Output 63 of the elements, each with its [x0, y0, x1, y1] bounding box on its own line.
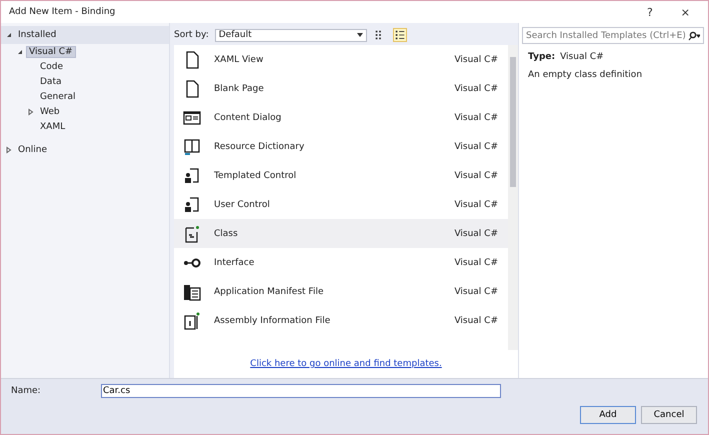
template-name: Application Manifest File	[214, 286, 324, 296]
template-name: Resource Dictionary	[214, 142, 306, 152]
template-language: Visual C#	[454, 258, 498, 268]
tree-item[interactable]: General	[38, 92, 78, 102]
template-name: Content Dialog	[214, 112, 282, 122]
template-name: Interface	[214, 258, 256, 268]
help-button[interactable]: ?	[636, 6, 663, 18]
cancel-button[interactable]: Cancel	[641, 406, 697, 424]
template-row[interactable]: Resource Dictionary Visual C#	[174, 132, 508, 161]
tree-item[interactable]: Visual C#	[27, 46, 75, 56]
tree-item[interactable]: Installed	[16, 30, 58, 40]
template-row[interactable]: Blank Page Visual C#	[174, 74, 508, 103]
name-field[interactable]: Car.cs	[101, 384, 501, 398]
template-name: User Control	[214, 200, 271, 210]
expanded-arrow-icon[interactable]	[16, 48, 24, 56]
sort-label: Sort by:	[174, 30, 209, 40]
expanded-arrow-icon[interactable]	[5, 31, 13, 39]
template-row[interactable]: Application Manifest File Visual C#	[174, 277, 508, 306]
template-name: Blank Page	[214, 84, 265, 94]
template-name: Templated Control	[214, 170, 298, 180]
tree-item[interactable]: Code	[38, 62, 66, 72]
template-language: Visual C#	[454, 84, 498, 94]
collapsed-arrow-icon[interactable]	[5, 146, 13, 154]
template-row[interactable]: User Control Visual C#	[174, 190, 508, 219]
name-label: Name:	[11, 386, 42, 396]
list-view-icon	[394, 28, 406, 42]
type-label: Type:	[528, 52, 556, 62]
add-button[interactable]: Add	[580, 406, 636, 424]
scrollbar[interactable]	[508, 45, 518, 350]
tree-item[interactable]: Online	[16, 144, 50, 154]
template-language: Visual C#	[454, 142, 498, 152]
template-name: XAML View	[214, 54, 264, 64]
template-language: Visual C#	[454, 228, 498, 238]
tree-item[interactable]: Data	[38, 76, 64, 86]
tree-item[interactable]: Web	[38, 106, 62, 116]
dropdown-caret-icon	[356, 33, 363, 37]
list-view-button[interactable]	[392, 28, 407, 42]
template-name: Assembly Information File	[214, 316, 332, 326]
template-language: Visual C#	[454, 316, 498, 326]
dictionary-icon	[182, 136, 202, 156]
template-row[interactable]: Assembly Information File Visual C#	[174, 306, 508, 335]
template-name: Class	[214, 228, 239, 238]
tree-item[interactable]: XAML	[38, 122, 68, 132]
type-value: Visual C#	[560, 52, 604, 62]
info-icon	[182, 310, 202, 330]
template-language: Visual C#	[454, 200, 498, 210]
template-language: Visual C#	[454, 170, 498, 180]
template-row[interactable]: Class Visual C#	[174, 219, 508, 248]
template-description: An empty class definition	[528, 70, 644, 80]
sort-dropdown[interactable]: Default	[214, 28, 367, 42]
template-row[interactable]: XAML View Visual C#	[174, 45, 508, 74]
template-language: Visual C#	[454, 112, 498, 122]
search-field[interactable]: Search Installed Templates (Ctrl+E)	[522, 27, 704, 44]
template-row[interactable]: Content Dialog Visual C#	[174, 103, 508, 132]
search-icon	[688, 30, 700, 40]
template-row[interactable]: Interface Visual C#	[174, 248, 508, 277]
window-title: Add New Item - Binding	[9, 7, 116, 17]
template-language: Visual C#	[454, 54, 498, 64]
template-language: Visual C#	[454, 286, 498, 296]
close-button[interactable]: ×	[670, 6, 700, 18]
online-templates-link[interactable]: Click here to go online and find templates.	[250, 359, 442, 369]
collapsed-arrow-icon[interactable]	[27, 108, 35, 116]
template-row[interactable]: Templated Control Visual C#	[174, 161, 508, 190]
